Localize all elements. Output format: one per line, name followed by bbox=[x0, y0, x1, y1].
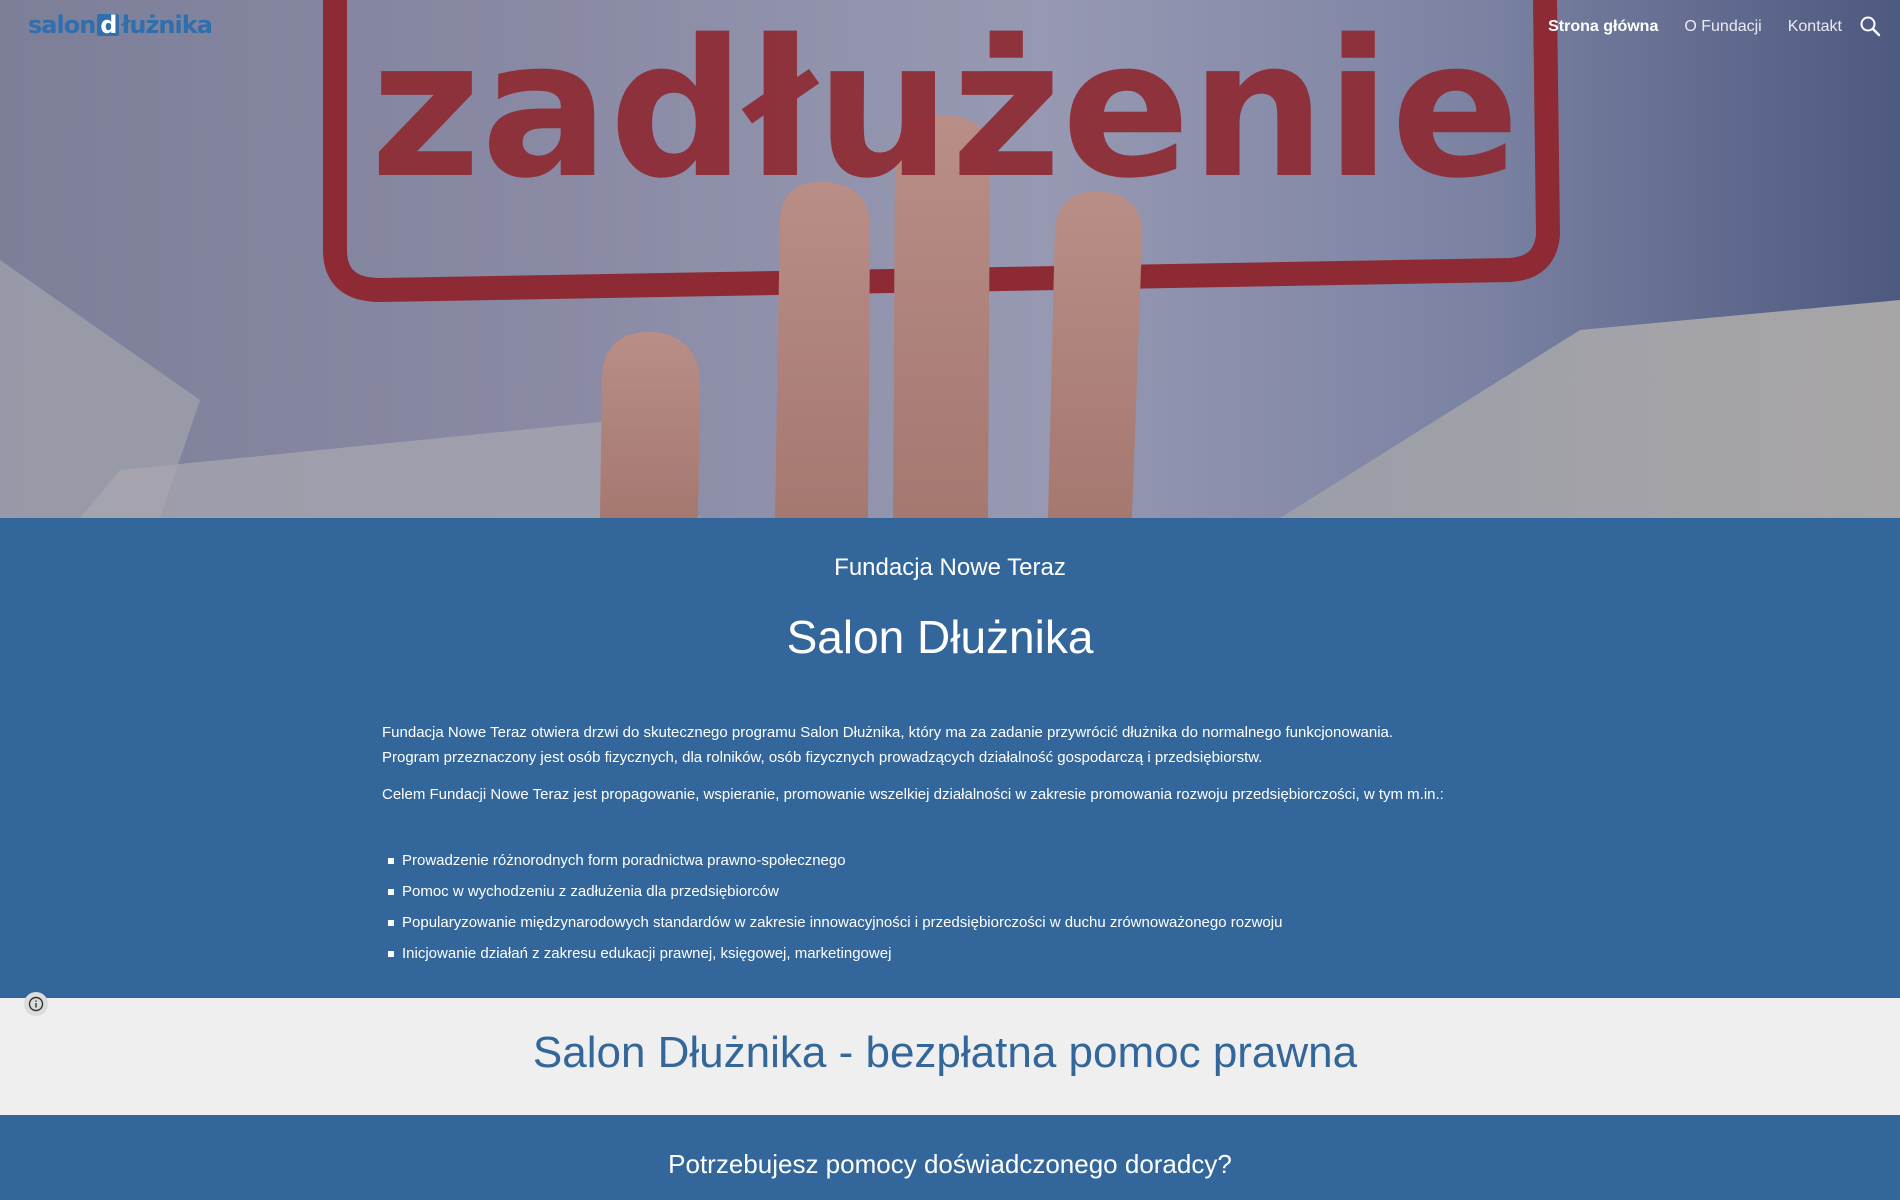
list-item: Inicjowanie działań z zakresu edukacji p… bbox=[382, 941, 1282, 972]
list-item: Prowadzenie różnorodnych form poradnictw… bbox=[382, 848, 1282, 879]
site-header: salon d łużnika Strona główna O Fundacji… bbox=[0, 0, 1900, 56]
advisor-heading: Potrzebujesz pomocy doświadczonego dorad… bbox=[668, 1149, 1232, 1179]
advisor-section: Potrzebujesz pomocy doświadczonego dorad… bbox=[0, 1115, 1900, 1200]
intro-paragraph-1: Fundacja Nowe Teraz otwiera drzwi do sku… bbox=[382, 724, 1394, 766]
logo-text-part-1: salon bbox=[28, 11, 96, 39]
intro-paragraph-2: Celem Fundacji Nowe Teraz jest propagowa… bbox=[382, 786, 1444, 803]
free-legal-help-banner: Salon Dłużnika - bezpłatna pomoc prawna bbox=[0, 998, 1900, 1115]
main-nav: Strona główna O Fundacji Kontakt bbox=[1548, 18, 1842, 36]
nav-link-home[interactable]: Strona główna bbox=[1548, 18, 1658, 36]
logo-letter-box: d bbox=[97, 13, 120, 37]
list-item: Popularyzowanie międzynarodowych standar… bbox=[382, 910, 1282, 941]
goals-list: Prowadzenie różnorodnych form poradnictw… bbox=[382, 848, 1282, 972]
foundation-subtitle: Fundacja Nowe Teraz bbox=[834, 554, 1066, 581]
nav-link-about[interactable]: O Fundacji bbox=[1684, 18, 1761, 36]
search-icon[interactable] bbox=[1858, 14, 1886, 42]
nav-link-contact[interactable]: Kontakt bbox=[1788, 18, 1842, 36]
hero-image: zadłużenie bbox=[0, 0, 1900, 518]
intro-section: Fundacja Nowe Teraz Salon Dłużnika Funda… bbox=[0, 518, 1900, 998]
info-icon[interactable] bbox=[24, 992, 48, 1016]
hero-illustration: zadłużenie bbox=[0, 0, 1900, 518]
banner-heading: Salon Dłużnika - bezpłatna pomoc prawna bbox=[532, 1028, 1358, 1077]
site-logo[interactable]: salon d łużnika bbox=[28, 11, 213, 39]
intro-title: Salon Dłużnika bbox=[786, 611, 1094, 663]
logo-text-part-2: łużnika bbox=[121, 11, 212, 39]
list-item: Pomoc w wychodzeniu z zadłużenia dla prz… bbox=[382, 879, 1282, 910]
